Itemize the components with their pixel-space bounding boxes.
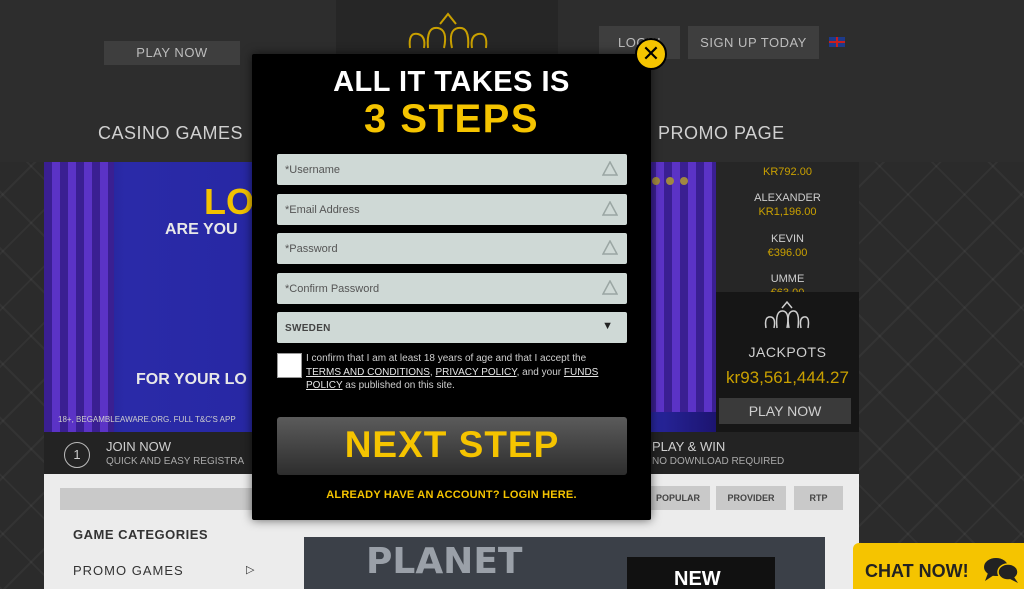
password-input[interactable] (277, 233, 597, 264)
winner-name: UMME (770, 273, 805, 285)
consent-suffix: as published on this site. (345, 380, 455, 391)
country-select[interactable]: SWEDEN ▼ (277, 312, 627, 343)
play-now-button[interactable]: PLAY NOW (104, 41, 240, 65)
warning-triangle-icon (602, 161, 618, 176)
join-now-subtitle: QUICK AND EASY REGISTRA (106, 456, 245, 467)
privacy-link[interactable]: PRIVACY POLICY (435, 367, 516, 378)
username-field[interactable] (277, 154, 627, 185)
game-search-input[interactable] (60, 488, 260, 510)
next-step-button[interactable]: NEXT STEP (277, 417, 627, 475)
nav-promo-page[interactable]: PROMO PAGE (658, 123, 785, 144)
terms-link[interactable]: TERMS AND CONDITIONS (306, 367, 430, 378)
consent-prefix: I confirm that I am at least 18 years of… (306, 353, 587, 364)
winner-name: KEVIN (770, 233, 804, 245)
filter-rtp-button[interactable]: RTP (794, 486, 843, 510)
username-input[interactable] (277, 154, 597, 185)
confirm-password-field[interactable] (277, 273, 627, 304)
play-win-title: PLAY & WIN (652, 439, 726, 454)
chat-now-label: CHAT NOW! (865, 561, 969, 581)
jackpot-amount: kr93,561,444.27 (726, 368, 849, 387)
carousel-dot[interactable] (680, 177, 688, 185)
warning-triangle-icon (602, 280, 618, 295)
carousel-dots[interactable] (652, 172, 694, 190)
email-field[interactable] (277, 194, 627, 225)
password-field[interactable] (277, 233, 627, 264)
login-here-link[interactable]: ALREADY HAVE AN ACCOUNT? LOGIN HERE. (252, 489, 651, 501)
winner-amount: KR792.00 (763, 166, 812, 178)
game-banner-title: PLANET (366, 541, 523, 582)
consent-and-your: , and your (516, 366, 562, 378)
play-arrow-icon: ▷ (246, 564, 255, 576)
carousel-dot[interactable] (652, 177, 660, 185)
consent-text: I confirm that I am at least 18 years of… (306, 353, 599, 391)
winner-amount: €396.00 (767, 247, 808, 259)
filter-popular-button[interactable]: POPULAR (646, 486, 710, 510)
close-icon[interactable]: ✕ (635, 38, 667, 70)
category-promo-games[interactable]: PROMO GAMES (73, 563, 184, 578)
hero-headline: LO (204, 181, 254, 222)
age-confirm-checkbox[interactable] (277, 353, 302, 378)
email-input[interactable] (277, 194, 597, 225)
jackpots-title: JACKPOTS (748, 344, 827, 360)
crown-logo-icon[interactable] (404, 12, 492, 52)
modal-subtitle: 3 STEPS (363, 97, 539, 141)
jackpots-panel: JACKPOTS kr93,561,444.27 PLAY NOW (716, 292, 859, 432)
warning-triangle-icon (602, 201, 618, 216)
winner-amount: KR1,196.00 (758, 206, 817, 218)
step-number-badge: 1 (64, 442, 90, 468)
recent-winners-panel: KR792.00 ALEXANDER KR1,196.00 KEVIN €396… (716, 162, 859, 299)
winner-name: ALEXANDER (754, 192, 821, 204)
uk-flag-icon[interactable] (829, 37, 845, 47)
curtain-right (648, 162, 716, 412)
crown-icon (764, 300, 810, 329)
hero-disclaimer: 18+, BEGAMBLEAWARE.ORG. FULL T&C'S APP (58, 415, 236, 424)
confirm-password-input[interactable] (277, 273, 597, 304)
nav-casino-games[interactable]: CASINO GAMES (98, 123, 243, 144)
carousel-dot[interactable] (666, 177, 674, 185)
join-now-title: JOIN NOW (106, 439, 171, 454)
modal-title: ALL IT TAKES IS (333, 66, 570, 98)
filter-provider-button[interactable]: PROVIDER (716, 486, 786, 510)
play-win-subtitle: NO DOWNLOAD REQUIRED (652, 456, 785, 467)
jackpot-play-button[interactable]: PLAY NOW (719, 398, 851, 424)
chat-bubbles-icon (984, 558, 1019, 583)
game-categories-title: GAME CATEGORIES (73, 527, 209, 542)
new-badge: NEW (674, 568, 721, 589)
signup-button[interactable]: SIGN UP TODAY (688, 26, 819, 59)
hero-subline: ARE YOU (165, 221, 238, 238)
hero-tagline: FOR YOUR LO (136, 371, 247, 388)
country-value: SWEDEN (285, 323, 331, 334)
dropdown-arrow-icon: ▼ (602, 320, 613, 332)
warning-triangle-icon (602, 240, 618, 255)
curtain-left (44, 162, 114, 432)
